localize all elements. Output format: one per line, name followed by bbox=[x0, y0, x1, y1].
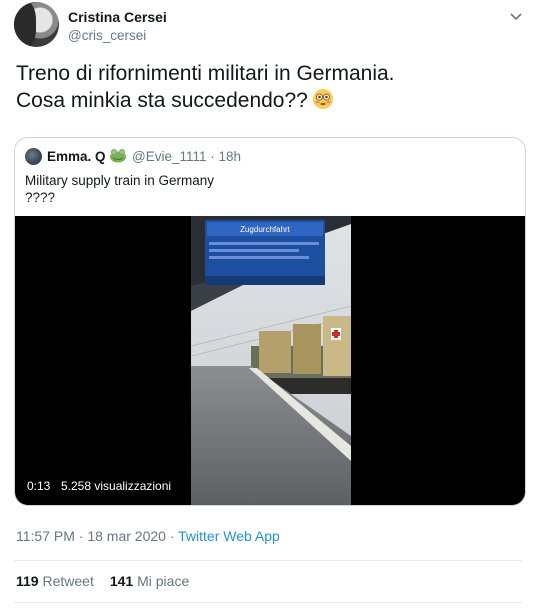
likes-count: 141 bbox=[109, 573, 134, 589]
quoted-avatar[interactable] bbox=[25, 148, 42, 165]
quoted-tweet[interactable]: Emma. Q @Evie_1111 · 18h Military supply… bbox=[14, 137, 526, 506]
author-handle[interactable]: @cris_cersei bbox=[68, 28, 146, 43]
video-frame: Zugdurchfahrt bbox=[191, 216, 351, 505]
tweet-text: Treno di rifornimenti militari in German… bbox=[16, 60, 516, 114]
tweet-line-2: Cosa minkia sta succedendo?? bbox=[16, 89, 308, 112]
video-player[interactable]: Zugdurchfahrt 0:13 5.258 visualizzazioni bbox=[15, 216, 525, 505]
avatar[interactable] bbox=[14, 2, 59, 47]
tweet-timestamp[interactable]: 11:57 PM · 18 mar 2020 · bbox=[16, 528, 178, 544]
video-views: 5.258 visualizzazioni bbox=[61, 479, 172, 493]
tweet-meta: 11:57 PM · 18 mar 2020 · Twitter Web App bbox=[16, 528, 280, 544]
tweet-source-link[interactable]: Twitter Web App bbox=[178, 528, 280, 544]
quoted-handle-time[interactable]: @Evie_1111 · 18h bbox=[132, 149, 241, 164]
quoted-text: Military supply train in Germany ???? bbox=[25, 172, 214, 206]
chevron-down-icon[interactable] bbox=[508, 8, 524, 24]
quoted-line-1: Military supply train in Germany bbox=[25, 173, 215, 188]
divider bbox=[14, 602, 522, 603]
tweet-stats: 119 Retweet 141 Mi piace bbox=[16, 573, 189, 589]
retweets-label: Retweet bbox=[38, 573, 94, 589]
likes-label: Mi piace bbox=[133, 573, 190, 589]
flushed-face-emoji-icon bbox=[312, 89, 333, 109]
retweets-stat[interactable]: 119 Retweet bbox=[16, 573, 94, 589]
author-display-name[interactable]: Cristina Cersei bbox=[68, 9, 167, 25]
retweets-count: 119 bbox=[16, 573, 39, 589]
frog-emoji-icon bbox=[110, 149, 126, 163]
likes-stat[interactable]: 141 Mi piace bbox=[110, 573, 189, 589]
departure-board-title: Zugdurchfahrt bbox=[240, 225, 291, 234]
video-duration: 0:13 bbox=[27, 479, 51, 493]
quoted-display-name[interactable]: Emma. Q bbox=[47, 149, 106, 164]
quoted-line-2: ???? bbox=[25, 190, 56, 205]
tweet-line-1: Treno di rifornimenti militari in German… bbox=[16, 62, 395, 85]
divider bbox=[14, 560, 522, 561]
